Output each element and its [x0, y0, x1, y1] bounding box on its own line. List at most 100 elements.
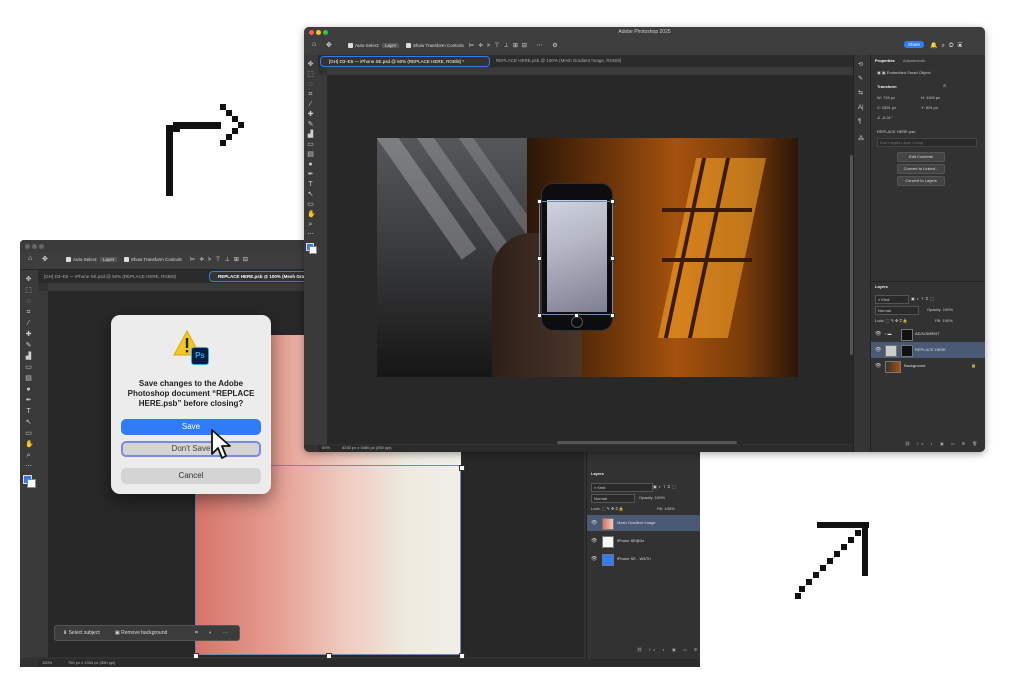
brush-tool-icon[interactable]: ✎ — [25, 342, 32, 349]
zoom-tool-icon[interactable]: ⌕ — [25, 452, 32, 459]
zoom-window-button[interactable] — [39, 244, 44, 249]
minimize-window-button[interactable] — [316, 30, 321, 35]
x-field[interactable]: X: 1591 px — [877, 105, 896, 110]
gradient-tool-icon[interactable]: ▤ — [25, 375, 32, 382]
home-icon[interactable]: ⌂ — [28, 255, 32, 262]
more-options-icon[interactable]: ⋯ — [223, 626, 228, 640]
lasso-tool-icon[interactable]: ◌ — [25, 298, 32, 305]
path-select-tool-icon[interactable]: ↖ — [25, 419, 32, 426]
opacity-control[interactable]: Opacity: 100% — [927, 307, 953, 312]
shape-tool-icon[interactable]: ▭ — [307, 201, 314, 208]
zoom-level[interactable]: 100% — [42, 660, 52, 665]
auto-select-checkbox[interactable]: Auto-Select: — [66, 257, 98, 262]
transform-handle[interactable] — [537, 313, 542, 318]
layer-filter-icons[interactable]: ▣◐T⌗⬚ — [911, 296, 936, 301]
y-field[interactable]: Y: 619 px — [921, 105, 938, 110]
fill-control[interactable]: Fill: 100% — [657, 506, 675, 511]
close-window-button[interactable] — [25, 244, 30, 249]
auto-select-checkbox[interactable]: Auto-Select: — [348, 43, 380, 48]
visibility-eye-icon[interactable]: 👁 — [875, 358, 881, 374]
width-field[interactable]: W: 715 px — [877, 95, 895, 100]
layer-kind-filter[interactable]: ⌕ Kind — [875, 295, 909, 304]
type-tool-icon[interactable]: T — [307, 181, 314, 188]
header-icons[interactable]: 🔔⌕◎▣ — [930, 42, 966, 50]
stamp-tool-icon[interactable]: ▟ — [25, 353, 32, 360]
align-icons[interactable]: ⊨≑⊧⊤⊥⊞⊟ ⋯ ⚙ — [469, 42, 562, 49]
align-icons[interactable]: ⊨≑⊧⊤⊥⊞⊟ — [190, 256, 252, 263]
gradient-tool-icon[interactable]: ▤ — [307, 151, 314, 158]
transform-handle[interactable] — [610, 256, 615, 261]
path-select-tool-icon[interactable]: ↖ — [307, 191, 314, 198]
smart-object-bounding-box[interactable] — [539, 201, 613, 315]
layer-filter-icons[interactable]: ▣◐T⌗⬚ — [653, 484, 678, 489]
visibility-eye-icon[interactable]: 👁 — [875, 342, 881, 358]
layer-row-background[interactable]: 👁 Background 🔒 — [871, 358, 985, 374]
pen-tool-icon[interactable]: ✒ — [307, 171, 314, 178]
background-color-swatch[interactable] — [309, 246, 317, 254]
lock-controls[interactable]: Lock: ⬚ ✎ ✥ ⌗ 🔒 — [591, 506, 624, 511]
lock-icon[interactable]: 🔒 — [971, 358, 976, 374]
cancel-button[interactable]: Cancel — [121, 468, 261, 484]
save-button[interactable]: Save — [121, 419, 261, 435]
character-icon[interactable]: A| — [858, 105, 864, 111]
move-tool-icon[interactable]: ✥ — [307, 61, 314, 68]
layer-comp-select[interactable]: Don't Apply Layer Comp — [877, 138, 977, 147]
layer-row-replace-here[interactable]: 👁 REPLACE HERE — [871, 342, 985, 358]
tab-iphone-se-psd[interactable]: [GH] D3–E5 — iPhone SE.psd @ 50% (REPLAC… — [320, 56, 490, 67]
auto-select-dropdown[interactable]: Layer — [100, 257, 118, 262]
visibility-eye-icon[interactable]: 👁 — [875, 326, 881, 342]
shape-tool-icon[interactable]: ▭ — [25, 430, 32, 437]
angle-field[interactable]: ∠ -0.01° — [877, 115, 892, 120]
transform-handle[interactable] — [459, 465, 465, 471]
blend-mode-select[interactable]: Normal — [875, 306, 919, 315]
layers-footer-icons[interactable]: ⛓ fx ◐ ▣ ▭ ⊞ 🗑 — [905, 441, 980, 446]
opacity-control[interactable]: Opacity: 100% — [639, 495, 665, 500]
layer-row-iphone-se-2x[interactable]: 👁 iPhone SE@2x — [587, 533, 700, 549]
front-canvas-area[interactable] — [327, 75, 853, 444]
background-color-swatch[interactable] — [27, 479, 36, 488]
brush-tool-icon[interactable]: ✎ — [307, 121, 314, 128]
stamp-tool-icon[interactable]: ▟ — [307, 131, 314, 138]
brush-settings-icon[interactable]: ✎ — [858, 75, 863, 82]
eraser-tool-icon[interactable]: ▭ — [25, 364, 32, 371]
layer-row-adjusment[interactable]: 👁 › ▬ ADJUSMENT — [871, 326, 985, 342]
dont-save-button[interactable]: Don't Save — [121, 441, 261, 457]
dodge-tool-icon[interactable]: ● — [307, 161, 314, 168]
show-transform-checkbox[interactable]: Show Transform Controls — [124, 257, 182, 262]
minimize-window-button[interactable] — [32, 244, 37, 249]
move-tool-icon[interactable]: ✥ — [326, 41, 332, 49]
crop-icon[interactable]: ⌗ — [195, 626, 198, 640]
lock-controls[interactable]: Lock: ⬚ ✎ ✥ ⌗ 🔒 — [875, 318, 908, 323]
show-transform-checkbox[interactable]: Show Transform Controls — [406, 43, 464, 48]
marquee-tool-icon[interactable]: ⬚ — [307, 71, 314, 78]
adjust-icon[interactable]: ◐ — [209, 626, 212, 640]
transform-handle[interactable] — [610, 313, 615, 318]
dodge-tool-icon[interactable]: ● — [25, 386, 32, 393]
move-tool-icon[interactable]: ✥ — [25, 276, 32, 283]
hand-tool-icon[interactable]: ✋ — [25, 441, 34, 448]
transform-handle[interactable] — [537, 256, 542, 261]
eraser-tool-icon[interactable]: ▭ — [307, 141, 314, 148]
remove-background-button[interactable]: ▣ Remove background — [115, 626, 167, 640]
tab-adjustments[interactable]: Adjustments — [903, 58, 925, 63]
edit-contents-button[interactable]: Edit Contents — [897, 152, 945, 162]
zoom-tool-icon[interactable]: ⌕ — [307, 221, 314, 228]
tab-replace-here-psb[interactable]: REPLACE HERE.psb @ 100% (Mesh Gradient I… — [496, 58, 621, 63]
crop-tool-icon[interactable]: ⌗ — [25, 309, 32, 316]
close-window-button[interactable] — [309, 30, 314, 35]
transform-handle[interactable] — [574, 313, 579, 318]
move-tool-icon[interactable]: ✥ — [42, 255, 48, 263]
visibility-eye-icon[interactable]: 👁 — [591, 515, 597, 531]
auto-select-dropdown[interactable]: Layer — [382, 43, 400, 48]
fill-control[interactable]: Fill: 100% — [935, 318, 953, 323]
transform-handle[interactable] — [537, 199, 542, 204]
document-photo[interactable] — [377, 138, 798, 377]
adjust-icon[interactable]: ⇆ — [858, 89, 863, 96]
marquee-tool-icon[interactable]: ⬚ — [25, 287, 32, 294]
convert-to-layers-button[interactable]: Convert to Layers — [897, 176, 945, 186]
layer-row-iphone-se-wth[interactable]: 👁 iPhone SE - W&Th — [587, 551, 700, 567]
eyedropper-tool-icon[interactable]: ⁄ — [25, 320, 32, 327]
lasso-tool-icon[interactable]: ◌ — [307, 81, 314, 88]
paragraph-icon[interactable]: ¶ — [858, 119, 861, 125]
more-tools-icon[interactable]: ⋯ — [307, 231, 314, 238]
